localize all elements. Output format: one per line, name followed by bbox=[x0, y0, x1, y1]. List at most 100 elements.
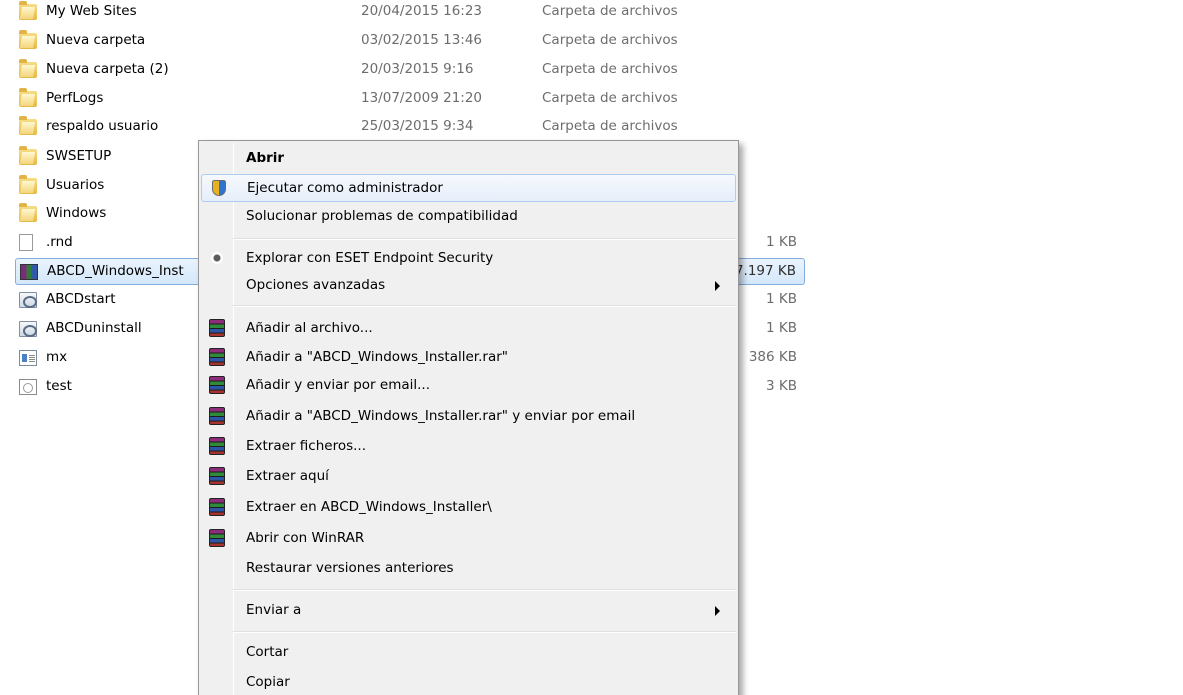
file-row-my-web-sites[interactable]: My Web Sites 20/04/2015 16:23 Carpeta de… bbox=[15, 0, 805, 26]
folder-icon bbox=[19, 30, 37, 49]
file-row-nueva-carpeta-2[interactable]: Nueva carpeta (2) 20/03/2015 9:16 Carpet… bbox=[15, 57, 805, 84]
file-size: 1 KB bbox=[766, 291, 797, 307]
submenu-arrow-icon bbox=[715, 606, 720, 616]
winrar-icon bbox=[209, 319, 225, 337]
menu-item-abrir[interactable]: Abrir bbox=[201, 145, 736, 173]
menu-item-open-with-winrar[interactable]: Abrir con WinRAR bbox=[201, 525, 736, 553]
file-name: Usuarios bbox=[46, 177, 105, 193]
folder-icon bbox=[19, 59, 37, 78]
file-name: respaldo usuario bbox=[46, 118, 159, 134]
menu-item-label: Añadir al archivo... bbox=[246, 320, 373, 336]
document-icon bbox=[19, 350, 37, 366]
winrar-icon bbox=[209, 376, 225, 394]
menu-item-extract-to-folder[interactable]: Extraer en ABCD_Windows_Installer\ bbox=[201, 494, 736, 522]
menu-separator bbox=[233, 589, 736, 591]
winrar-icon bbox=[209, 529, 225, 547]
file-size: 7.197 KB bbox=[734, 263, 796, 279]
winrar-icon bbox=[209, 407, 225, 425]
submenu-arrow-icon bbox=[715, 281, 720, 291]
menu-item-label: Solucionar problemas de compatibilidad bbox=[246, 208, 518, 224]
file-name: ABCDstart bbox=[46, 291, 116, 307]
file-date: 13/07/2009 21:20 bbox=[361, 90, 483, 106]
file-size: 1 KB bbox=[766, 320, 797, 336]
file-name: SWSETUP bbox=[46, 148, 112, 164]
eset-icon bbox=[211, 252, 223, 264]
folder-icon bbox=[19, 116, 37, 135]
menu-item-eset-scan[interactable]: Explorar con ESET Endpoint Security bbox=[201, 245, 736, 273]
menu-item-add-to-archive[interactable]: Añadir al archivo... bbox=[201, 315, 736, 343]
menu-item-label: Añadir a "ABCD_Windows_Installer.rar" y … bbox=[246, 408, 636, 424]
folder-icon bbox=[19, 88, 37, 107]
file-name: .rnd bbox=[46, 234, 73, 250]
file-name: mx bbox=[46, 349, 68, 365]
file-type: Carpeta de archivos bbox=[542, 61, 678, 77]
menu-item-add-to-rar[interactable]: Añadir a "ABCD_Windows_Installer.rar" bbox=[201, 344, 736, 372]
shield-icon bbox=[212, 180, 226, 196]
menu-item-send-to[interactable]: Enviar a bbox=[201, 597, 736, 625]
folder-icon bbox=[19, 1, 37, 20]
file-type: Carpeta de archivos bbox=[542, 118, 678, 134]
file-date: 20/03/2015 9:16 bbox=[361, 61, 474, 77]
menu-item-label: Restaurar versiones anteriores bbox=[246, 560, 454, 576]
menu-item-add-and-email[interactable]: Añadir y enviar por email... bbox=[201, 372, 736, 400]
menu-separator bbox=[233, 631, 736, 633]
file-name: ABCD_Windows_Inst bbox=[47, 263, 184, 279]
file-type: Carpeta de archivos bbox=[542, 32, 678, 48]
winrar-icon bbox=[209, 467, 225, 485]
menu-item-label: Extraer en ABCD_Windows_Installer\ bbox=[246, 499, 492, 515]
file-icon bbox=[19, 234, 33, 251]
menu-item-label: Extraer aquí bbox=[246, 468, 329, 484]
menu-item-compatibility[interactable]: Solucionar problemas de compatibilidad bbox=[201, 203, 736, 231]
menu-item-label: Cortar bbox=[246, 644, 289, 660]
file-name: Nueva carpeta bbox=[46, 32, 146, 48]
menu-item-add-to-rar-and-email[interactable]: Añadir a "ABCD_Windows_Installer.rar" y … bbox=[201, 403, 736, 431]
menu-separator bbox=[233, 305, 736, 307]
menu-item-label: Abrir bbox=[246, 150, 285, 166]
menu-item-label: Copiar bbox=[246, 674, 290, 690]
file-name: test bbox=[46, 378, 72, 394]
file-date: 25/03/2015 9:34 bbox=[361, 118, 474, 134]
menu-item-cut[interactable]: Cortar bbox=[201, 639, 736, 667]
menu-item-label: Añadir a "ABCD_Windows_Installer.rar" bbox=[246, 349, 508, 365]
shortcut-icon bbox=[19, 321, 37, 337]
menu-item-label: Enviar a bbox=[246, 602, 302, 618]
menu-item-label: Opciones avanzadas bbox=[246, 277, 386, 293]
file-icon bbox=[19, 379, 37, 395]
winrar-icon bbox=[209, 437, 225, 455]
file-type: Carpeta de archivos bbox=[542, 3, 678, 19]
file-date: 20/04/2015 16:23 bbox=[361, 3, 483, 19]
file-name: My Web Sites bbox=[46, 3, 137, 19]
file-row-nueva-carpeta[interactable]: Nueva carpeta 03/02/2015 13:46 Carpeta d… bbox=[15, 28, 805, 55]
winrar-icon bbox=[209, 498, 225, 516]
menu-item-label: Explorar con ESET Endpoint Security bbox=[246, 250, 494, 266]
file-date: 03/02/2015 13:46 bbox=[361, 32, 483, 48]
folder-icon bbox=[19, 146, 37, 165]
menu-item-label: Extraer ficheros... bbox=[246, 438, 366, 454]
winrar-icon bbox=[20, 264, 38, 280]
file-name: Windows bbox=[46, 205, 107, 221]
file-row-perflogs[interactable]: PerfLogs 13/07/2009 21:20 Carpeta de arc… bbox=[15, 86, 805, 113]
menu-item-copy[interactable]: Copiar bbox=[201, 669, 736, 695]
file-type: Carpeta de archivos bbox=[542, 90, 678, 106]
menu-item-extract-files[interactable]: Extraer ficheros... bbox=[201, 433, 736, 461]
folder-icon bbox=[19, 175, 37, 194]
file-row-respaldo-usuario[interactable]: respaldo usuario 25/03/2015 9:34 Carpeta… bbox=[15, 114, 805, 141]
winrar-icon bbox=[209, 348, 225, 366]
menu-item-restore-previous-versions[interactable]: Restaurar versiones anteriores bbox=[201, 555, 736, 583]
menu-separator bbox=[233, 238, 736, 240]
menu-item-run-as-admin[interactable]: Ejecutar como administrador bbox=[201, 174, 736, 202]
file-size: 1 KB bbox=[766, 234, 797, 250]
file-size: 386 KB bbox=[748, 349, 797, 365]
menu-item-label: Abrir con WinRAR bbox=[246, 530, 365, 546]
context-menu: Abrir Ejecutar como administrador Soluci… bbox=[198, 140, 739, 695]
file-name: Nueva carpeta (2) bbox=[46, 61, 169, 77]
menu-item-extract-here[interactable]: Extraer aquí bbox=[201, 463, 736, 491]
folder-icon bbox=[19, 203, 37, 222]
menu-item-label: Añadir y enviar por email... bbox=[246, 377, 430, 393]
file-name: PerfLogs bbox=[46, 90, 104, 106]
file-name: ABCDuninstall bbox=[46, 320, 142, 336]
shortcut-icon bbox=[19, 292, 37, 308]
menu-item-label: Ejecutar como administrador bbox=[247, 180, 443, 196]
menu-item-advanced-options[interactable]: Opciones avanzadas bbox=[201, 272, 736, 300]
file-size: 3 KB bbox=[766, 378, 797, 394]
